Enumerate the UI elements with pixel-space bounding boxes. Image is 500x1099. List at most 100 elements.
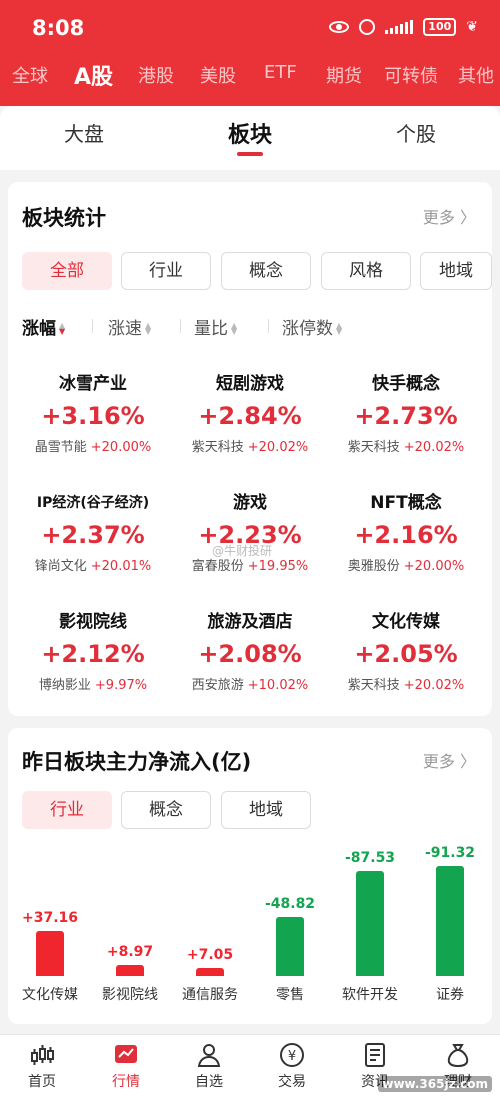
sort-desc-icon: ▲ ▼ [59,321,66,336]
filter-concept[interactable]: 概念 [221,252,311,290]
document-icon [365,1043,385,1067]
leader-change: +20.00% [403,559,465,574]
tab-etf[interactable]: ETF [264,62,297,83]
tab-us-shares[interactable]: 美股 [200,62,236,88]
sector-item[interactable]: 快手概念 +2.73% 紫天科技 +20.02% [326,372,486,455]
site-watermark: www.365jz.com [378,1076,492,1092]
tab-a-shares[interactable]: A股 [74,59,113,91]
leader-change: +20.01% [90,559,152,574]
sector-item[interactable]: 文化传媒 +2.05% 紫天科技 +20.02% [326,610,486,693]
sector-leader: 奥雅股份 +20.00% [326,555,486,574]
sector-change: +2.73% [354,402,458,430]
nav-label: 首页 [28,1074,56,1090]
flow-bar-category: 软件开发 [342,987,398,1003]
flow-bar-category: 文化传媒 [22,987,78,1003]
filter-region[interactable]: 地域 [420,252,492,290]
nav-home[interactable]: 首页 [10,1041,74,1091]
app-header: 8:08 100 ❦ 全球 A股 港股 美股 ETF 期货 可转债 其他 [0,0,500,106]
sort-by-change[interactable]: 涨幅 ▲ ▼ [22,314,65,339]
nav-market[interactable]: 行情 [94,1041,158,1091]
tab-global[interactable]: 全球 [12,62,48,88]
leader-change: +20.02% [403,440,465,455]
filter-all[interactable]: 全部 [22,252,112,290]
filter-style[interactable]: 风格 [321,252,411,290]
flow-bar [36,931,64,976]
leader-change: +9.97% [94,678,148,693]
sector-item[interactable]: IP经济(谷子经济) +2.37% 锋尚文化 +20.01% [13,491,173,574]
sector-item[interactable]: 影视院线 +2.12% 博纳影业 +9.97% [13,610,173,693]
flow-bar [116,965,144,976]
flow-bar [276,917,304,976]
sector-item[interactable]: NFT概念 +2.16% 奥雅股份 +20.00% [326,491,486,574]
status-time: 8:08 [32,16,85,40]
sort-icon: ▲ ▼ [336,321,343,336]
nav-trade[interactable]: ¥ 交易 [260,1041,324,1091]
flow-bar [356,870,384,976]
sector-stats-card: 板块统计 更多 〉 全部 行业 概念 风格 地域 涨幅 ▲ ▼ 涨速 ▲ ▼ 量比 ▲ ▼ … [8,182,492,716]
alarm-icon [359,19,376,35]
flow-bar-category: 通信服务 [182,987,238,1003]
tab-convertible-bonds[interactable]: 可转债 [384,62,438,88]
leader-change: +20.02% [403,678,465,693]
sector-change: +2.16% [354,521,458,549]
status-bar: 8:08 100 ❦ [0,0,500,58]
yen-coin-icon: ¥ [280,1043,304,1067]
sort-icon: ▲ ▼ [145,321,152,336]
sector-leader: 锋尚文化 +20.01% [13,555,173,574]
sort-by-volume-ratio[interactable]: 量比 ▲ ▼ [194,314,237,339]
sector-leader: 紫天科技 +20.02% [326,436,486,455]
sector-name: 冰雪产业 [59,374,127,394]
sector-stats-more-link[interactable]: 更多 〉 [423,204,476,228]
flow-bar [196,967,224,976]
sector-change: +2.37% [41,521,145,549]
tab-sectors[interactable]: 板块 [228,117,272,149]
flow-bar-value: -48.82 [264,896,316,913]
leader-change: +10.02% [247,678,309,693]
leader-name: 紫天科技 [347,440,400,455]
flow-bar-value: +37.16 [21,910,78,927]
sector-leader: 紫天科技 +20.02% [326,674,486,693]
market-tabs: 全球 A股 港股 美股 ETF 期货 可转债 其他 [0,62,500,98]
sector-item[interactable]: 游戏 +2.23% 富春股份 +19.95% [170,491,330,574]
sub-tabs: 大盘 板块 个股 [0,106,500,170]
flow-bar-category: 零售 [276,987,304,1003]
flow-bar-category: 影视院线 [102,987,158,1003]
weibo-watermark: @牛财投研 [212,544,273,558]
sort-by-speed[interactable]: 涨速 ▲ ▼ [108,314,151,339]
leader-name: 西安旅游 [191,678,244,693]
sector-item[interactable]: 旅游及酒店 +2.08% 西安旅游 +10.02% [170,610,330,693]
capital-flow-card: 昨日板块主力净流入(亿) 更多 〉 行业 概念 地域 +37.16 文化传媒 +8.… [8,728,492,1024]
sector-leader: 博纳影业 +9.97% [13,674,173,693]
sort-label: 量比 [194,319,228,339]
tab-hk-shares[interactable]: 港股 [138,62,174,88]
nav-label: 行情 [112,1074,140,1090]
tab-market-overview[interactable]: 大盘 [64,118,104,147]
sector-change: +2.08% [198,640,302,668]
tab-futures[interactable]: 期货 [326,62,362,88]
sector-change: +2.12% [41,640,145,668]
leader-change: +20.00% [90,440,152,455]
tab-stocks[interactable]: 个股 [396,118,436,147]
sector-item[interactable]: 短剧游戏 +2.84% 紫天科技 +20.02% [170,372,330,455]
sector-name: IP经济(谷子经济) [36,495,150,511]
sector-leader: 西安旅游 +10.02% [170,674,330,693]
nav-label: 自选 [195,1074,223,1090]
filter-industry[interactable]: 行业 [121,252,211,290]
money-bag-icon [447,1044,469,1068]
sector-name: 短剧游戏 [216,374,284,394]
leader-change: +19.95% [247,559,309,574]
sector-item[interactable]: 冰雪产业 +3.16% 晶雪节能 +20.00% [13,372,173,455]
sector-stats-title: 板块统计 [22,206,106,230]
nav-watchlist[interactable]: 自选 [177,1041,241,1091]
sort-by-limit-up-count[interactable]: 涨停数 ▲ ▼ [282,314,342,339]
active-tab-indicator [237,152,263,156]
sector-change: +3.16% [41,402,145,430]
flow-bar-value: -87.53 [344,849,396,866]
sector-name: 游戏 [233,493,267,513]
market-chart-icon [115,1045,137,1063]
tab-other[interactable]: 其他 [458,62,494,88]
sector-change: +2.05% [354,640,458,668]
eye-icon [329,21,350,33]
sector-leader: 紫天科技 +20.02% [170,436,330,455]
flow-bar-value: +8.97 [106,944,154,961]
